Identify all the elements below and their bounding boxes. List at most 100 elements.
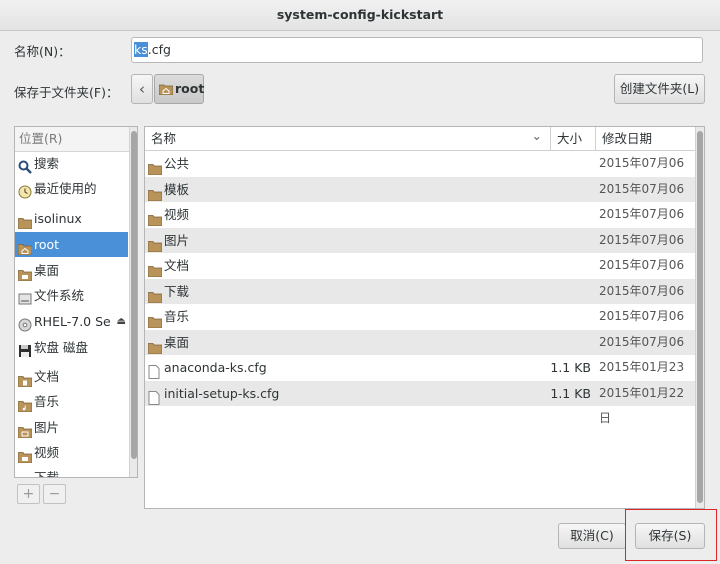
- sidebar-item-label: 下载: [34, 470, 60, 478]
- places-header: 位置(R): [15, 127, 137, 152]
- home-folder-icon: [17, 238, 33, 256]
- sidebar-item-0[interactable]: 搜索: [15, 151, 128, 176]
- sidebar-item-8[interactable]: 文档: [15, 364, 128, 389]
- file-row[interactable]: initial-setup-ks.cfg 1.1 KB 2015年01月22日: [145, 380, 695, 425]
- file-list-scroll-thumb[interactable]: [697, 131, 703, 503]
- places-sidebar: 位置(R) 搜索最近使用的 isolinux root 桌面文件系统 RHEL-7.0 …: [14, 126, 138, 478]
- sidebar-item-7[interactable]: 软盘 磁盘: [15, 335, 128, 360]
- file-name: 图片: [164, 232, 190, 248]
- drive-icon: [18, 289, 32, 305]
- file-list-scrollbar[interactable]: [695, 127, 704, 508]
- disc-icon: [18, 315, 32, 332]
- cancel-button[interactable]: 取消(C): [558, 523, 626, 549]
- documents-folder-icon: [17, 370, 33, 388]
- filename-input[interactable]: ks.cfg: [131, 37, 703, 63]
- file-size: 1.1 KB: [550, 385, 591, 401]
- downloads-folder-icon: [18, 471, 31, 477]
- file-row[interactable]: 图片2015年07月06日: [145, 227, 695, 272]
- sidebar-item-10[interactable]: 图片: [15, 415, 128, 440]
- pictures-folder-icon: [17, 421, 33, 439]
- file-row[interactable]: 音乐2015年07月06日: [145, 304, 695, 348]
- path-root-label: root: [175, 81, 205, 96]
- sort-chevron-icon: ⌄: [531, 128, 542, 143]
- create-folder-button[interactable]: 创建文件夹(L): [614, 74, 705, 104]
- sidebar-scroll-thumb[interactable]: [131, 131, 137, 459]
- file-icon: [148, 362, 161, 379]
- sidebar-item-11[interactable]: 视频: [15, 440, 128, 465]
- sidebar-scrollbar[interactable]: [129, 127, 137, 477]
- file-row[interactable]: 下载2015年07月06日: [145, 278, 695, 323]
- folder-icon: [17, 212, 33, 230]
- file-name: 视频: [164, 207, 190, 222]
- eject-icon[interactable]: ⏏: [117, 309, 126, 334]
- file-name: 下载: [164, 283, 190, 299]
- sidebar-item-label: 桌面: [34, 263, 60, 278]
- remove-bookmark-button[interactable]: −: [43, 484, 66, 504]
- filename-selected-text: ks: [134, 42, 148, 57]
- sidebar-item-label: isolinux: [34, 211, 82, 226]
- path-root-button[interactable]: root: [154, 74, 204, 104]
- videos-folder-icon: [17, 446, 33, 464]
- sidebar-item-label: 文档: [34, 369, 60, 384]
- sidebar-item-label: 文件系统: [34, 288, 85, 303]
- folder-icon: [147, 209, 163, 227]
- path-back-button[interactable]: ‹: [131, 74, 153, 104]
- sidebar-item-label: 图片: [34, 420, 60, 435]
- sidebar-item-3[interactable]: root: [15, 232, 128, 257]
- file-row[interactable]: 模板2015年07月06日: [145, 176, 695, 221]
- file-row[interactable]: 视频2015年07月06日: [145, 202, 695, 246]
- folder-icon: [147, 260, 163, 278]
- file-row[interactable]: 桌面2015年07月06日: [145, 329, 695, 374]
- home-folder-icon: [159, 84, 173, 95]
- file-size: 1.1 KB: [550, 360, 591, 375]
- file-name: 模板: [164, 181, 190, 197]
- sidebar-item-2[interactable]: isolinux: [15, 206, 128, 231]
- sidebar-item-label: 视频: [34, 445, 60, 460]
- sidebar-item-12[interactable]: 下载: [15, 465, 128, 478]
- sidebar-item-label: 音乐: [34, 394, 60, 409]
- desktop-folder-icon: [17, 264, 33, 282]
- file-name: 公共: [164, 156, 190, 171]
- folder-icon: [147, 286, 163, 303]
- window-title: system-config-kickstart: [0, 0, 720, 31]
- sidebar-item-9[interactable]: 音乐: [15, 389, 128, 414]
- file-name: 文档: [164, 258, 190, 273]
- column-header-modified[interactable]: 修改日期: [595, 127, 695, 151]
- sidebar-item-label: 软盘 磁盘: [34, 340, 88, 355]
- sidebar-item-label: RHEL-7.0 Se: [34, 314, 111, 329]
- folder-icon: [147, 158, 163, 176]
- sidebar-item-label: root: [34, 237, 60, 252]
- file-icon: [148, 388, 161, 405]
- folder-icon: [147, 337, 163, 354]
- file-row[interactable]: 公共2015年07月06日: [145, 151, 695, 195]
- floppy-icon: [18, 341, 31, 357]
- file-list: 名称 ⌄ 大小 修改日期 公共2015年07月06日模板2015年07月06日视…: [144, 126, 705, 509]
- column-header-size[interactable]: 大小: [550, 127, 595, 151]
- file-modified: 2015年01月22日: [599, 385, 685, 425]
- file-row[interactable]: anaconda-ks.cfg1.1 KB2015年01月23日: [145, 355, 695, 399]
- save-highlight-box: [625, 509, 717, 561]
- folder-icon: [147, 235, 163, 252]
- music-folder-icon: [17, 395, 33, 413]
- save-in-folder-label: 保存于文件夹(F)：: [14, 85, 119, 100]
- sidebar-item-label: 最近使用的: [34, 181, 97, 196]
- folder-icon: [147, 184, 163, 201]
- sidebar-item-1[interactable]: 最近使用的: [15, 176, 128, 201]
- file-name: 音乐: [164, 309, 190, 324]
- column-header-name[interactable]: 名称 ⌄: [145, 127, 550, 151]
- file-name: anaconda-ks.cfg: [164, 360, 267, 375]
- sidebar-item-6[interactable]: RHEL-7.0 Se ⏏: [15, 309, 128, 334]
- file-row[interactable]: 文档2015年07月06日: [145, 253, 695, 297]
- filename-rest-text: .cfg: [147, 42, 171, 57]
- file-name: 桌面: [164, 334, 190, 350]
- recent-clock-icon: [18, 182, 32, 199]
- folder-icon: [147, 311, 163, 329]
- column-name-label: 名称: [151, 131, 177, 146]
- search-icon: [18, 157, 32, 174]
- sidebar-item-4[interactable]: 桌面: [15, 258, 128, 283]
- add-bookmark-button[interactable]: +: [17, 484, 40, 504]
- sidebar-item-label: 搜索: [34, 156, 60, 171]
- sidebar-item-5[interactable]: 文件系统: [15, 283, 128, 308]
- name-label: 名称(N)：: [14, 44, 71, 59]
- file-name: initial-setup-ks.cfg: [164, 385, 280, 401]
